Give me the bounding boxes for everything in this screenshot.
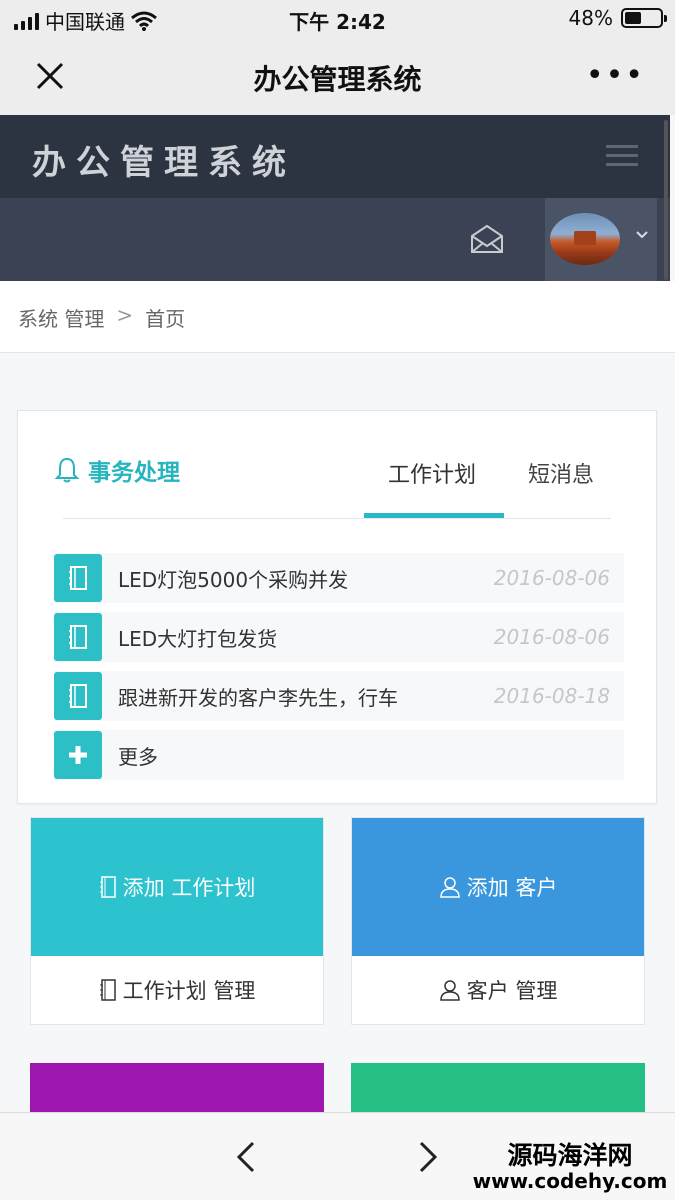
list-item[interactable]: LED大灯打包发货 2016-08-06	[54, 612, 624, 662]
add-work-plan-label: 添加 工作计划	[122, 876, 256, 900]
manage-work-plan-label: 工作计划 管理	[122, 979, 256, 1003]
tab-work-plan[interactable]: 工作计划	[388, 457, 476, 489]
tab-active-indicator	[364, 513, 504, 518]
manage-work-plan-button[interactable]: 工作计划 管理	[31, 956, 323, 1024]
work-plan-tile: 添加 工作计划 工作计划 管理	[30, 817, 324, 1025]
manage-customer-button[interactable]: 客户 管理	[352, 956, 644, 1024]
notebook-icon	[99, 979, 116, 1001]
user-icon	[439, 877, 460, 898]
chevron-right-icon[interactable]	[418, 1141, 438, 1173]
nav-bar: 办公管理系统 •••	[0, 38, 675, 115]
watermark-url: www.codehy.com	[472, 1168, 668, 1193]
battery-fill	[625, 12, 642, 24]
notebook-icon	[54, 613, 102, 661]
plus-icon	[54, 731, 102, 779]
nav-title: 办公管理系统	[253, 63, 422, 96]
panel-title: 事务处理	[54, 453, 180, 487]
breadcrumb-item-system[interactable]: 系统 管理	[18, 303, 104, 332]
watermark-title: 源码海洋网	[507, 1141, 633, 1170]
list-item[interactable]: LED灯泡5000个采购并发 2016-08-06	[54, 553, 624, 603]
status-right: 48%	[568, 6, 667, 30]
breadcrumb-item-home[interactable]: 首页	[145, 303, 185, 332]
scrollbar[interactable]	[664, 120, 668, 280]
battery-icon	[621, 8, 667, 28]
notebook-icon	[99, 876, 116, 898]
more-item[interactable]: 更多	[54, 730, 624, 780]
bell-icon	[54, 457, 80, 483]
customer-tile: 添加 客户 客户 管理	[351, 817, 645, 1025]
task-date: 2016-08-18	[493, 684, 610, 708]
list-item[interactable]: 跟进新开发的客户李先生，行车 2016-08-18	[54, 671, 624, 721]
hamburger-menu-icon[interactable]	[606, 145, 638, 172]
user-menu[interactable]	[545, 198, 657, 281]
manage-customer-label: 客户 管理	[466, 979, 558, 1003]
watermark: 源码海洋网 www.codehy.com	[470, 1142, 670, 1192]
battery-percent: 48%	[568, 6, 613, 30]
add-customer-button[interactable]: 添加 客户	[352, 818, 644, 956]
notebook-icon	[54, 554, 102, 602]
status-bar: 中国联通 下午 2:42 48%	[0, 0, 675, 38]
app-header: 办公管理系统	[0, 115, 670, 198]
notebook-icon	[54, 672, 102, 720]
task-date: 2016-08-06	[493, 625, 610, 649]
chevron-down-icon[interactable]	[635, 230, 649, 240]
add-work-plan-button[interactable]: 添加 工作计划	[31, 818, 323, 956]
more-label: 更多	[118, 744, 158, 769]
tasks-panel: 事务处理 工作计划 短消息 LED灯泡5000个采购并发 2016-08-06 …	[17, 410, 657, 804]
avatar[interactable]	[550, 213, 620, 265]
chevron-left-icon[interactable]	[236, 1141, 256, 1173]
app-logo: 办公管理系统	[32, 143, 296, 183]
user-icon	[439, 980, 460, 1001]
breadcrumb-separator: >	[116, 303, 134, 327]
more-menu-icon[interactable]: •••	[586, 58, 645, 93]
breadcrumb: 系统 管理 > 首页	[0, 281, 675, 353]
task-list: LED灯泡5000个采购并发 2016-08-06 LED大灯打包发货 2016…	[54, 553, 624, 789]
tab-short-message[interactable]: 短消息	[528, 457, 594, 489]
tab-divider	[63, 518, 611, 519]
add-customer-label: 添加 客户	[466, 876, 558, 900]
task-date: 2016-08-06	[493, 566, 610, 590]
app-toolbar	[0, 198, 670, 281]
mail-icon[interactable]	[470, 224, 504, 254]
panel-title-text: 事务处理	[88, 460, 180, 486]
